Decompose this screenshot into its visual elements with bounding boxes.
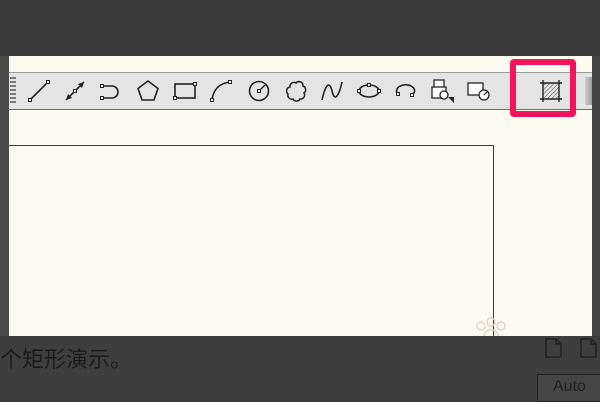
background-left-edge <box>0 56 9 336</box>
background-top <box>0 0 600 56</box>
background-right-edge <box>592 56 600 336</box>
spline-tool-icon <box>321 81 343 101</box>
hatch-tool-highlight <box>510 59 576 117</box>
ellipse-tool-button[interactable] <box>354 76 384 106</box>
revision-cloud-tool-icon <box>285 80 307 102</box>
background-caption: 个矩形演示。 <box>0 348 133 373</box>
polygon-tool-button[interactable] <box>133 76 163 106</box>
line-tool-button[interactable] <box>24 76 54 106</box>
construction-line-tool-button[interactable] <box>60 76 90 106</box>
next-tool-partial[interactable] <box>585 77 592 105</box>
arc-tool-icon <box>210 80 232 102</box>
circle-tool-icon <box>248 80 270 102</box>
document-icon-2 <box>580 338 597 358</box>
polyline-tool-button[interactable] <box>96 76 126 106</box>
line-tool-icon <box>28 80 50 102</box>
polygon-tool-icon <box>137 80 159 101</box>
circle-tool-button[interactable] <box>244 76 274 106</box>
watermark-paw-icon <box>476 317 506 336</box>
make-block-tool-icon <box>467 82 490 101</box>
revision-cloud-tool-button[interactable] <box>281 76 311 106</box>
insert-block-tool-button[interactable] <box>427 76 457 106</box>
document-icon <box>545 338 562 358</box>
insert-block-tool-icon <box>431 79 454 103</box>
rectangle-tool-icon <box>173 82 197 100</box>
cad-window <box>9 56 592 336</box>
auto-dropdown-label: Auto <box>553 378 586 395</box>
toolbar-grip[interactable] <box>10 77 16 105</box>
ellipse-arc-tool-icon <box>395 83 416 97</box>
ellipse-tool-icon <box>357 83 381 98</box>
drawn-rectangle <box>9 145 494 336</box>
draw-toolbar <box>9 72 592 110</box>
ellipse-arc-tool-button[interactable] <box>390 76 420 106</box>
polyline-tool-icon <box>100 84 119 100</box>
arc-tool-button[interactable] <box>206 76 236 106</box>
spline-tool-button[interactable] <box>317 76 347 106</box>
construction-line-tool-icon <box>65 81 85 101</box>
rectangle-tool-button[interactable] <box>170 76 200 106</box>
make-block-tool-button[interactable] <box>464 76 494 106</box>
